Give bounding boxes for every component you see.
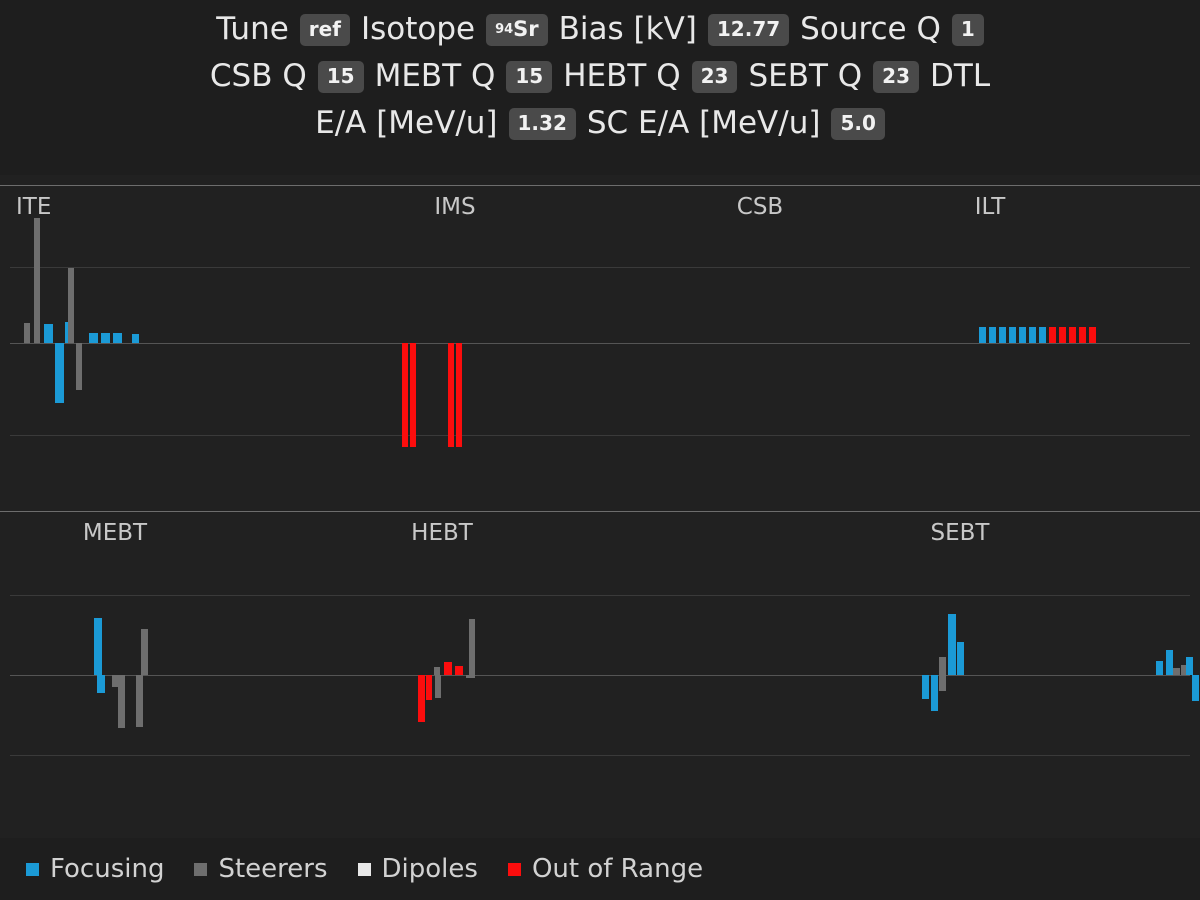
- legend-label: Dipoles: [381, 854, 478, 884]
- header-value-chip[interactable]: 15: [506, 60, 553, 93]
- bar-focusing[interactable]: [989, 327, 996, 343]
- bar-steerers[interactable]: [76, 343, 82, 390]
- legend-swatch-icon: [357, 862, 371, 876]
- app-root: Tune ref Isotope 94 Sr Bias [kV] 12.77 Source Q…: [0, 0, 1200, 900]
- header-label: HEBT Q: [563, 58, 681, 94]
- isotope-mass-number: 94: [495, 21, 514, 37]
- bar-steerers[interactable]: [469, 619, 475, 675]
- bar-group-bottom: [0, 510, 1200, 838]
- bar-steerers[interactable]: [939, 657, 946, 675]
- legend-item-dipoles[interactable]: Dipoles: [357, 854, 478, 884]
- header-value-chip[interactable]: 12.77: [707, 13, 790, 46]
- bar-out_of_range[interactable]: [418, 675, 425, 722]
- legend-item-out-of-range[interactable]: Out of Range: [507, 854, 704, 884]
- bar-focusing[interactable]: [101, 333, 110, 343]
- legend-swatch-icon: [194, 862, 208, 876]
- legend-swatch-icon: [507, 862, 521, 876]
- header-label: DTL: [930, 58, 991, 94]
- chart-legend: Focusing Steerers Dipoles Out of Range: [0, 838, 1200, 900]
- header-value-chip[interactable]: 15: [317, 60, 364, 93]
- bar-focusing[interactable]: [1166, 650, 1173, 675]
- bar-out_of_range[interactable]: [456, 343, 462, 447]
- bar-steerers[interactable]: [1173, 668, 1180, 675]
- bar-focusing[interactable]: [1029, 327, 1036, 343]
- header-label: Source Q: [800, 11, 941, 47]
- bar-focusing[interactable]: [1156, 661, 1163, 675]
- header-label: MEBT Q: [374, 58, 496, 94]
- bar-focusing[interactable]: [1019, 327, 1026, 343]
- bar-steerers[interactable]: [141, 629, 148, 675]
- bar-out_of_range[interactable]: [1049, 327, 1056, 343]
- header-value-chip[interactable]: ref: [299, 13, 350, 46]
- header-value-chip[interactable]: 23: [691, 60, 738, 93]
- legend-label: Out of Range: [531, 854, 704, 884]
- header-label: SC E/A [MeV/u]: [586, 105, 821, 141]
- bar-out_of_range[interactable]: [455, 666, 463, 675]
- header-value-chip[interactable]: 1.32: [508, 107, 576, 140]
- bar-focusing[interactable]: [931, 675, 938, 711]
- bar-focusing[interactable]: [89, 333, 98, 343]
- header-row-3: E/A [MeV/u] 1.32 SC E/A [MeV/u] 5.0: [315, 100, 885, 147]
- bar-focusing[interactable]: [1039, 327, 1046, 343]
- bar-focusing[interactable]: [999, 327, 1006, 343]
- bar-out_of_range[interactable]: [426, 675, 432, 700]
- bar-focusing[interactable]: [948, 614, 956, 675]
- bar-steerers[interactable]: [24, 323, 30, 343]
- legend-swatch-icon: [26, 862, 39, 876]
- bar-out_of_range[interactable]: [448, 343, 454, 447]
- bar-focusing[interactable]: [1186, 657, 1193, 675]
- bar-focusing[interactable]: [94, 618, 102, 675]
- bar-focusing[interactable]: [55, 343, 64, 403]
- bar-focusing[interactable]: [979, 327, 986, 343]
- status-header: Tune ref Isotope 94 Sr Bias [kV] 12.77 Source Q…: [0, 0, 1200, 160]
- legend-item-focusing[interactable]: Focusing: [26, 856, 164, 882]
- bar-focusing[interactable]: [113, 333, 122, 343]
- bar-steerers[interactable]: [939, 675, 946, 691]
- bar-out_of_range[interactable]: [1069, 327, 1076, 343]
- header-label: SEBT Q: [748, 58, 863, 94]
- bar-out_of_range[interactable]: [1079, 327, 1086, 343]
- bar-steerers[interactable]: [68, 268, 74, 343]
- header-label: CSB Q: [209, 58, 307, 94]
- header-value-chip[interactable]: 23: [873, 60, 920, 93]
- bar-focusing[interactable]: [1009, 327, 1016, 343]
- header-value-chip[interactable]: 94 Sr: [486, 13, 548, 46]
- legend-item-steerers[interactable]: Steerers: [194, 854, 328, 884]
- bar-steerers[interactable]: [466, 675, 475, 678]
- header-row-2: CSB Q 15 MEBT Q 15 HEBT Q 23 SEBT Q 23 DTL: [210, 53, 990, 100]
- bar-focusing[interactable]: [957, 642, 964, 675]
- legend-label: Focusing: [50, 854, 165, 884]
- bar-out_of_range[interactable]: [402, 343, 408, 447]
- bar-out_of_range[interactable]: [1059, 327, 1066, 343]
- header-label: E/A [MeV/u]: [315, 105, 498, 141]
- bar-group-top: [0, 175, 1200, 510]
- header-label: Tune: [216, 11, 289, 47]
- bar-out_of_range[interactable]: [444, 662, 452, 675]
- header-label: Bias [kV]: [558, 11, 697, 47]
- bar-steerers[interactable]: [434, 667, 440, 675]
- plot-panel-top: ITE IMS CSB ILT: [0, 175, 1200, 511]
- bar-steerers[interactable]: [435, 675, 441, 698]
- bar-focusing[interactable]: [1192, 675, 1199, 701]
- header-row-1: Tune ref Isotope 94 Sr Bias [kV] 12.77 Source Q…: [216, 6, 984, 53]
- legend-label: Steerers: [218, 854, 328, 884]
- bar-focusing[interactable]: [97, 675, 105, 693]
- bar-out_of_range[interactable]: [1089, 327, 1096, 343]
- header-value-chip[interactable]: 1: [951, 13, 984, 46]
- bar-steerers[interactable]: [34, 218, 40, 343]
- bar-focusing[interactable]: [922, 675, 929, 699]
- bar-steerers[interactable]: [136, 675, 143, 727]
- header-value-chip[interactable]: 5.0: [831, 107, 885, 140]
- bar-steerers[interactable]: [118, 675, 125, 728]
- bar-focusing[interactable]: [44, 324, 53, 343]
- plot-panel-bottom: MEBT HEBT SEBT: [0, 510, 1200, 839]
- bar-out_of_range[interactable]: [410, 343, 416, 447]
- bar-focusing[interactable]: [132, 334, 139, 343]
- header-label: Isotope: [360, 11, 476, 47]
